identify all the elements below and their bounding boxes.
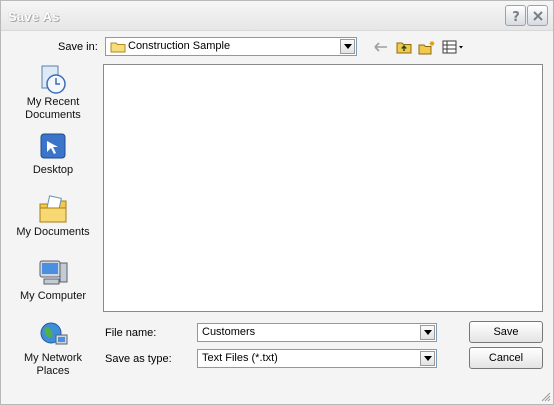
save-in-dropdown[interactable]: Construction Sample [105, 37, 357, 56]
place-network-places[interactable]: My Network Places [7, 320, 99, 378]
close-button[interactable] [527, 5, 548, 26]
resize-grip-icon[interactable] [539, 390, 551, 402]
place-my-computer[interactable]: My Computer [7, 258, 99, 303]
up-folder-button[interactable] [395, 38, 413, 56]
svg-text:?: ? [512, 10, 520, 23]
places-bar: My Recent Documents Desktop My Documents [7, 64, 93, 384]
window-title: Save As [8, 9, 60, 24]
place-label: My Network Places [23, 352, 83, 377]
place-label: Desktop [32, 164, 74, 176]
my-computer-icon [36, 258, 70, 290]
place-label: My Documents [16, 226, 90, 238]
title-bar[interactable]: Save As ? [1, 1, 553, 31]
help-icon: ? [512, 10, 520, 23]
save-in-label: Save in: [58, 41, 98, 53]
save-as-type-value: Text Files (*.txt) [202, 352, 278, 364]
views-menu-button[interactable] [441, 38, 465, 56]
new-folder-button[interactable] [417, 38, 437, 56]
file-name-combo[interactable]: Customers [197, 323, 437, 342]
save-in-dropdown-button[interactable] [340, 39, 355, 54]
network-places-icon [36, 320, 70, 352]
place-label: My Recent Documents [25, 96, 81, 121]
file-list[interactable] [103, 64, 543, 312]
file-name-dropdown-button[interactable] [420, 325, 435, 340]
save-in-value: Construction Sample [128, 40, 231, 52]
chevron-down-icon [343, 44, 352, 49]
new-folder-icon [418, 40, 435, 54]
file-name-value[interactable]: Customers [202, 326, 255, 338]
close-icon [532, 10, 543, 21]
file-name-label: File name: [105, 327, 157, 339]
desktop-icon [36, 132, 70, 164]
place-recent-documents[interactable]: My Recent Documents [7, 64, 99, 122]
folder-icon [110, 42, 126, 53]
place-desktop[interactable]: Desktop [7, 132, 99, 177]
chevron-down-icon [423, 330, 432, 335]
help-button[interactable]: ? [505, 5, 526, 26]
back-arrow-icon [374, 42, 387, 52]
cancel-button[interactable]: Cancel [469, 347, 543, 369]
save-as-type-label: Save as type: [105, 353, 172, 365]
place-my-documents[interactable]: My Documents [7, 194, 99, 239]
save-as-type-dropdown[interactable]: Text Files (*.txt) [197, 349, 437, 368]
save-as-type-dropdown-button[interactable] [420, 351, 435, 366]
save-button[interactable]: Save [469, 321, 543, 343]
chevron-down-icon [423, 356, 432, 361]
place-label: My Computer [19, 290, 87, 302]
save-as-dialog: Save As ? Save in: Construction Sample M… [0, 0, 554, 405]
views-menu-icon [442, 40, 463, 54]
my-documents-icon [36, 194, 70, 226]
up-folder-icon [396, 42, 412, 54]
back-button[interactable] [373, 38, 389, 56]
recent-documents-icon [36, 64, 70, 96]
